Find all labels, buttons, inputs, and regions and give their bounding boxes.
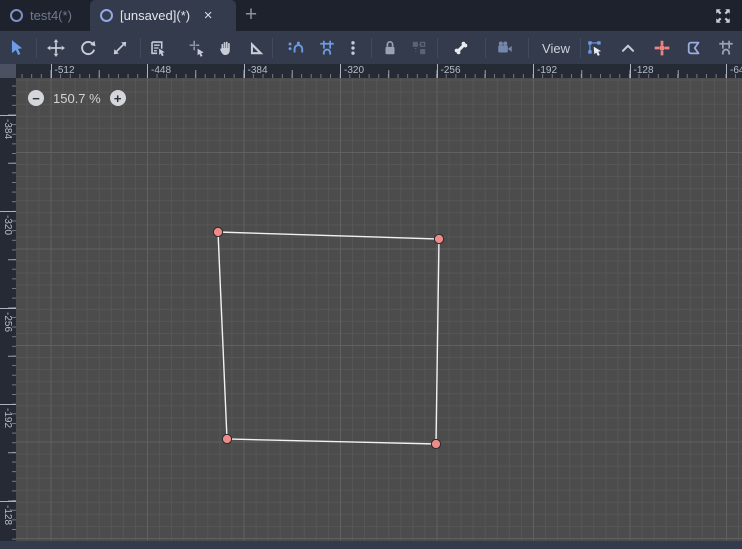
ruler-tick-label: -320 <box>340 64 364 78</box>
tab-label: [unsaved](*) <box>120 8 191 23</box>
scale-icon <box>113 41 127 55</box>
ruler-tick-label: -256 <box>436 64 461 78</box>
snap-gray-icon <box>719 40 733 55</box>
view-menu-label: View <box>542 40 570 56</box>
edit-points-button[interactable] <box>582 35 608 61</box>
scene-icon <box>100 9 113 22</box>
zoom-in-button[interactable]: + <box>109 90 126 106</box>
add-position-button[interactable] <box>649 35 675 61</box>
pan-tool[interactable] <box>213 35 239 61</box>
close-shape-icon <box>687 41 700 55</box>
close-shape-button[interactable] <box>681 35 707 61</box>
pivot-tool[interactable] <box>184 35 210 61</box>
ruler-tick-label: -320 <box>0 211 16 235</box>
tab-test4[interactable]: test4(*) <box>0 0 90 31</box>
distraction-free-icon <box>716 9 730 23</box>
ruler-tool[interactable] <box>243 35 269 61</box>
tab-unsaved[interactable]: [unsaved](*) × <box>90 0 236 31</box>
move-tool[interactable] <box>43 35 69 61</box>
ruler-left[interactable]: -384 -320 -256 -192 -128 <box>0 78 16 541</box>
smart-snap-toggle[interactable] <box>282 35 308 61</box>
ruler-tick-label: -448 <box>147 64 171 78</box>
toolbar-separator <box>140 38 141 58</box>
select-tool[interactable] <box>4 35 30 61</box>
horizontal-scrollbar[interactable] <box>0 541 742 549</box>
ruler-tick-label: -192 <box>0 404 16 428</box>
ruler-top[interactable]: -512 -448 -384 -320 -256 -192 -128 -64 <box>16 64 742 78</box>
camera-override-button[interactable] <box>492 35 518 61</box>
zoom-level[interactable]: 150.7 % <box>53 91 101 106</box>
lock-button[interactable] <box>377 35 403 61</box>
group-icon <box>412 41 426 55</box>
ruler-tick-label: -384 <box>243 64 268 78</box>
rotate-icon <box>81 40 96 56</box>
grid-snap-toggle[interactable] <box>314 35 340 61</box>
ruler-tick-label: -384 <box>0 114 16 139</box>
zoom-out-button[interactable]: − <box>28 90 44 106</box>
close-icon[interactable]: × <box>199 7 217 25</box>
polygon-outline <box>217 231 440 445</box>
ruler-tick-label: -128 <box>0 500 16 525</box>
list-select-tool[interactable] <box>145 35 171 61</box>
position-cross-icon <box>654 40 670 56</box>
snap-button[interactable] <box>713 35 739 61</box>
rotate-tool[interactable] <box>75 35 101 61</box>
polygon-vertex-handle[interactable] <box>221 433 233 445</box>
canvas-viewport[interactable]: − 150.7 % + <box>16 78 742 541</box>
camera-icon <box>498 41 512 53</box>
ruler-tick-label: -64 <box>726 64 742 78</box>
pivot-icon <box>189 40 204 57</box>
skeleton-button[interactable] <box>448 35 474 61</box>
curve-handles-icon <box>621 44 635 52</box>
ruler-tick-label: -192 <box>533 64 557 78</box>
group-button[interactable] <box>406 35 432 61</box>
smart-snap-icon <box>288 41 304 53</box>
kebab-icon <box>351 41 355 55</box>
select-icon <box>11 40 23 55</box>
ruler-corner <box>0 64 16 78</box>
edit-points-icon <box>588 41 602 56</box>
toolbar-separator <box>528 38 529 58</box>
toolbar-separator <box>371 38 372 58</box>
canvas-toolbar: View <box>0 31 742 64</box>
snap-options-menu[interactable] <box>340 35 366 61</box>
move-icon <box>47 39 65 57</box>
grid-snap-icon <box>320 40 334 55</box>
bone-icon <box>454 41 468 55</box>
polygon-vertex-handle[interactable] <box>212 226 224 238</box>
ruler-tick-label: -256 <box>0 307 16 332</box>
distraction-free-button[interactable] <box>710 3 736 29</box>
polygon-vertex-handle[interactable] <box>430 438 442 450</box>
ruler-icon <box>250 41 264 55</box>
ruler-tick-label: -128 <box>629 64 654 78</box>
toolbar-separator <box>485 38 486 58</box>
toolbar-separator <box>437 38 438 58</box>
pan-icon <box>220 41 230 55</box>
list-select-icon <box>151 41 165 57</box>
ruler-tick-label: -512 <box>50 64 75 78</box>
view-menu[interactable]: View <box>533 35 579 61</box>
curve-handles-button[interactable] <box>615 35 641 61</box>
new-tab-button[interactable]: + <box>238 2 264 28</box>
toolbar-separator <box>580 38 581 58</box>
godot-2d-editor: test4(*) [unsaved](*) × + View -512 -448… <box>0 0 742 549</box>
polygon-svg <box>212 226 445 450</box>
lock-icon <box>385 41 395 55</box>
toolbar-separator <box>272 38 273 58</box>
zoom-widget: − 150.7 % + <box>28 88 126 108</box>
polygon-vertex-handle[interactable] <box>433 233 445 245</box>
toolbar-separator <box>36 38 37 58</box>
scene-tab-bar: test4(*) [unsaved](*) × + <box>0 0 742 31</box>
scale-tool[interactable] <box>107 35 133 61</box>
scene-icon <box>10 9 23 22</box>
tab-label: test4(*) <box>30 8 72 23</box>
